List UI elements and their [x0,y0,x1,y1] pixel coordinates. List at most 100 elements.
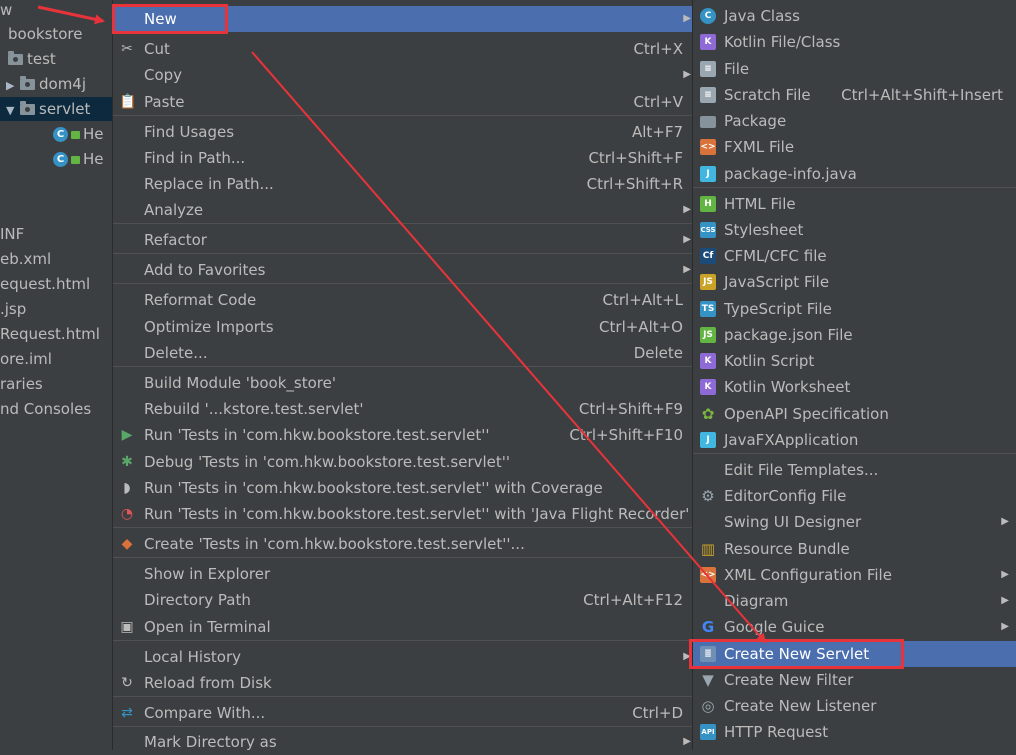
menu-item-cut[interactable]: ✂ Cut Ctrl+X [113,36,694,62]
menu-item-open-in-terminal[interactable]: ▣ Open in Terminal [113,614,694,640]
menu-item-run-tests-in-com-hkw-bookstore-test-servlet-with-coverage[interactable]: ◗ Run 'Tests in 'com.hkw.bookstore.test.s… [113,475,694,501]
submenu-item-edit-file-templates[interactable]: Edit File Templates... [693,457,1016,483]
tree-item[interactable]: .jsp [0,297,26,321]
submenu-item-diagram[interactable]: Diagram ▶ [693,588,1016,614]
menu-item-rebuild-kstore-test-servlet[interactable]: Rebuild '...kstore.test.servlet' Ctrl+Shi… [113,396,694,422]
submenu-item-typescript-file[interactable]: TS TypeScript File [693,296,1016,322]
submenu-item-xml-configuration-file[interactable]: <> XML Configuration File ▶ [693,562,1016,588]
tree-item[interactable]: raries [0,372,43,396]
menu-item-create-tests-in-com-hkw-bookstore-test-servlet[interactable]: ◆ Create 'Tests in 'com.hkw.bookstore.tes… [113,531,694,557]
submenu-item-google-guice[interactable]: G Google Guice ▶ [693,614,1016,640]
collapse-arrow-icon[interactable]: ▼ [6,99,20,123]
tree-item-dom4j[interactable]: ▶ dom4j [6,72,86,96]
submenu-item-package-json-file[interactable]: JS package.json File [693,322,1016,348]
submenu-item-stylesheet[interactable]: CSS Stylesheet [693,217,1016,243]
submenu-item-scratch-file[interactable]: ≡ Scratch File Ctrl+Alt+Shift+Insert [693,82,1016,108]
tree-item[interactable]: bookstore [8,22,83,46]
menu-item-label: Run 'Tests in 'com.hkw.bookstore.test.se… [144,505,690,523]
tree-item-class[interactable]: C He [53,147,104,171]
package-icon [700,116,716,128]
menu-item-delete[interactable]: Delete... Delete [113,340,694,366]
menu-item-paste[interactable]: 📋 Paste Ctrl+V [113,89,694,115]
submenu-item-kotlin-file-class[interactable]: K Kotlin File/Class [693,29,1016,55]
menu-item-directory-path[interactable]: Directory Path Ctrl+Alt+F12 [113,587,694,613]
menu-item-reformat-code[interactable]: Reformat Code Ctrl+Alt+L [113,287,694,313]
submenu-item-javafxapplication[interactable]: J JavaFXApplication [693,427,1016,453]
submenu-item-kotlin-script[interactable]: K Kotlin Script [693,348,1016,374]
submenu-item-http-request[interactable]: API HTTP Request [693,719,1016,745]
submenu-item-fxml-file[interactable]: <> FXML File [693,134,1016,160]
submenu-item-kotlin-worksheet[interactable]: K Kotlin Worksheet [693,374,1016,400]
nodejs-icon: JS [700,327,716,343]
menu-item-add-to-favorites[interactable]: Add to Favorites ▶ [113,257,694,283]
submenu-item-create-new-listener[interactable]: ◎ Create New Listener [693,693,1016,719]
menu-item-label: New [144,10,177,28]
tree-item[interactable]: eb.xml [0,247,51,271]
menu-item-debug-tests-in-com-hkw-bookstore-test-servlet[interactable]: ✱ Debug 'Tests in 'com.hkw.bookstore.test… [113,449,694,475]
menu-item-find-usages[interactable]: Find Usages Alt+F7 [113,119,694,145]
tree-item[interactable]: INF [0,222,24,246]
menu-item-replace-in-path[interactable]: Replace in Path... Ctrl+Shift+R [113,171,694,197]
menu-item-build-module-book-store[interactable]: Build Module 'book_store' [113,370,694,396]
menu-item-label: Show in Explorer [144,565,271,583]
menu-item-reload-from-disk[interactable]: ↻ Reload from Disk [113,670,694,696]
menu-item-run-tests-in-com-hkw-bookstore-test-servlet[interactable]: ▶ Run 'Tests in 'com.hkw.bookstore.test.s… [113,422,694,448]
menu-item-label: Run 'Tests in 'com.hkw.bookstore.test.se… [144,479,603,497]
submenu-item-label: package.json File [724,326,853,344]
terminal-icon: ▣ [120,619,134,635]
submenu-item-label: Google Guice [724,618,825,636]
submenu-item-label: Diagram [724,592,789,610]
menu-item-find-in-path[interactable]: Find in Path... Ctrl+Shift+F [113,145,694,171]
submenu-item-java-class[interactable]: C Java Class [693,3,1016,29]
submenu-item-openapi-specification[interactable]: ✿ OpenAPI Specification [693,401,1016,427]
menu-item-shortcut: Ctrl+Alt+O [599,318,683,336]
submenu-item-editorconfig-file[interactable]: ⚙ EditorConfig File [693,483,1016,509]
menu-item-show-in-explorer[interactable]: Show in Explorer [113,561,694,587]
menu-item-analyze[interactable]: Analyze ▶ [113,197,694,223]
submenu-item-label: Kotlin File/Class [724,33,841,51]
tree-item-test[interactable]: test [8,47,56,71]
expand-arrow-icon[interactable]: ▶ [6,74,20,98]
menu-item-refactor[interactable]: Refactor ▶ [113,227,694,253]
submenu-item-swing-ui-designer[interactable]: Swing UI Designer ▶ [693,509,1016,535]
submenu-item-label: Create New Servlet [724,645,870,663]
menu-item-new[interactable]: New ▶ [113,6,694,32]
menu-separator [113,366,694,367]
submenu-item-package-info-java[interactable]: Jpackage-info.java [693,161,1016,187]
menu-item-label: Debug 'Tests in 'com.hkw.bookstore.test.… [144,453,511,471]
submenu-item-label: HTTP Request [724,723,829,741]
submenu-item-resource-bundle[interactable]: ▥ Resource Bundle [693,536,1016,562]
menu-separator [113,726,694,727]
submenu-item-create-new-filter[interactable]: ▼ Create New Filter [693,667,1016,693]
new-submenu: C Java Class K Kotlin File/Class ≡ File ≡ Scrat… [692,0,1016,750]
submenu-item-file[interactable]: ≡ File [693,56,1016,82]
submenu-item-html-file[interactable]: H HTML File [693,191,1016,217]
menu-item-run-tests-in-com-hkw-bookstore-test-servlet-with-java-flight-recorder[interactable]: ◔ Run 'Tests in 'com.hkw.bookstore.test.s… [113,501,694,527]
tree-item[interactable]: equest.html [0,272,90,296]
tree-item[interactable]: ore.iml [0,347,52,371]
submenu-item-label: FXML File [724,138,795,156]
java-class-icon: C [700,8,716,24]
submenu-item-label: Swing UI Designer [724,513,862,531]
tree-item-label: eb.xml [0,250,52,268]
menu-separator [693,453,1016,454]
submenu-arrow-icon: ▶ [683,204,691,215]
menu-item-optimize-imports[interactable]: Optimize Imports Ctrl+Alt+O [113,314,694,340]
menu-item-local-history[interactable]: Local History ▶ [113,644,694,670]
tree-item[interactable]: Request.html [0,322,100,346]
menu-item-copy[interactable]: Copy ▶ [113,62,694,88]
tree-item-class[interactable]: C He [53,122,104,146]
submenu-arrow-icon: ▶ [1001,516,1009,527]
tree-item[interactable]: w [0,0,12,22]
tree-item-label: He [83,125,104,143]
submenu-item-package[interactable]: Package [693,108,1016,134]
menu-separator [113,223,694,224]
tree-item[interactable]: nd Consoles [0,397,91,421]
submenu-item-javascript-file[interactable]: JS JavaScript File [693,269,1016,295]
submenu-item-cfml-cfc-file[interactable]: Cf CFML/CFC file [693,243,1016,269]
menu-item-mark-directory-as[interactable]: Mark Directory as ▶ [113,729,694,755]
listener-icon: ◎ [701,697,715,715]
menu-item-compare-with[interactable]: ⇄ Compare With... Ctrl+D [113,700,694,726]
tree-item-servlet[interactable]: ▼ servlet [0,97,112,121]
submenu-item-create-new-servlet[interactable]: ≣ Create New Servlet [693,641,1016,667]
